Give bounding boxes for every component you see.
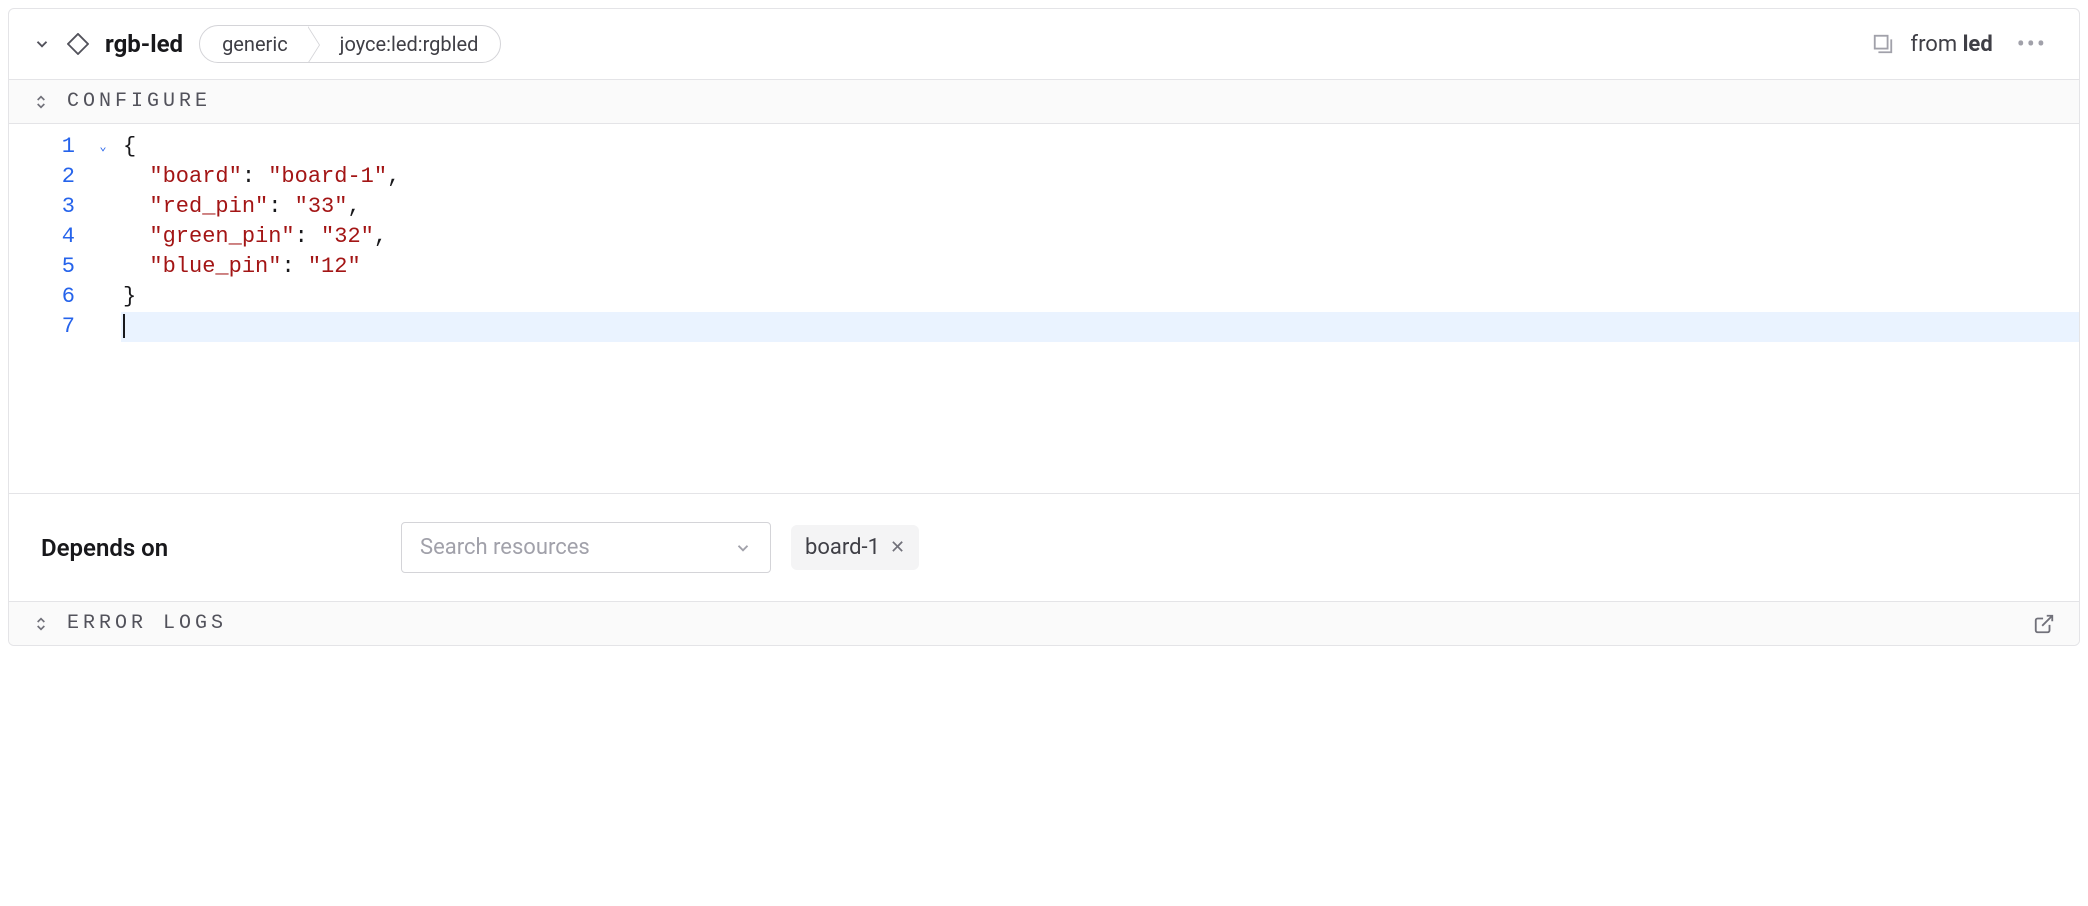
fold-gutter: ⌄ bbox=[85, 124, 121, 493]
model-breadcrumb[interactable]: generic joyce:led:rgbled bbox=[199, 25, 501, 63]
code-line: } bbox=[121, 282, 2079, 312]
text-cursor-icon bbox=[123, 314, 125, 338]
line-number-gutter: 1 2 3 4 5 6 7 bbox=[9, 124, 85, 493]
code-line: "board": "board-1", bbox=[121, 162, 2079, 192]
component-card: rgb-led generic joyce:led:rgbled from le… bbox=[8, 8, 2080, 646]
chevron-down-icon bbox=[734, 539, 752, 557]
fold-marker-icon[interactable]: ⌄ bbox=[85, 132, 121, 162]
line-number: 5 bbox=[9, 252, 85, 282]
expand-section-icon[interactable] bbox=[33, 616, 49, 632]
search-resources-input[interactable]: Search resources bbox=[401, 522, 771, 573]
chip-label: board-1 bbox=[805, 535, 880, 560]
collapse-section-icon[interactable] bbox=[33, 94, 49, 110]
chip-remove-icon[interactable]: ✕ bbox=[890, 537, 905, 558]
component-header: rgb-led generic joyce:led:rgbled from le… bbox=[9, 9, 2079, 80]
dependency-chip: board-1 ✕ bbox=[791, 525, 919, 570]
breadcrumb-segment-model: joyce:led:rgbled bbox=[320, 26, 501, 62]
line-number: 2 bbox=[9, 162, 85, 192]
code-line: "red_pin": "33", bbox=[121, 192, 2079, 222]
code-content[interactable]: { "board": "board-1", "red_pin": "33", "… bbox=[121, 124, 2079, 493]
more-menu-icon[interactable]: ••• bbox=[2009, 30, 2055, 58]
json-editor[interactable]: 1 2 3 4 5 6 7 ⌄ { "board": "board-1", "r… bbox=[9, 124, 2079, 494]
error-logs-section: ERROR LOGS bbox=[9, 602, 2079, 645]
breadcrumb-divider-icon bbox=[308, 26, 320, 63]
popout-icon[interactable] bbox=[2033, 613, 2055, 635]
depends-on-label: Depends on bbox=[41, 534, 381, 562]
line-number: 4 bbox=[9, 222, 85, 252]
code-line: "green_pin": "32", bbox=[121, 222, 2079, 252]
error-logs-title: ERROR LOGS bbox=[67, 612, 227, 635]
line-number: 1 bbox=[9, 132, 85, 162]
component-name: rgb-led bbox=[105, 30, 183, 58]
depends-on-row: Depends on Search resources board-1 ✕ bbox=[9, 494, 2079, 602]
line-number: 6 bbox=[9, 282, 85, 312]
configure-section-header: CONFIGURE bbox=[9, 80, 2079, 124]
code-line-active bbox=[121, 312, 2079, 342]
code-line: { bbox=[121, 132, 2079, 162]
collapse-chevron-icon[interactable] bbox=[33, 35, 51, 53]
line-number: 7 bbox=[9, 312, 85, 342]
code-line: "blue_pin": "12" bbox=[121, 252, 2079, 282]
module-icon bbox=[1872, 33, 1894, 55]
from-module-label: from led bbox=[1910, 32, 1992, 57]
breadcrumb-segment-api: generic bbox=[200, 26, 308, 62]
component-type-icon bbox=[67, 33, 89, 55]
line-number: 3 bbox=[9, 192, 85, 222]
search-placeholder: Search resources bbox=[420, 535, 590, 560]
configure-title: CONFIGURE bbox=[67, 90, 211, 113]
